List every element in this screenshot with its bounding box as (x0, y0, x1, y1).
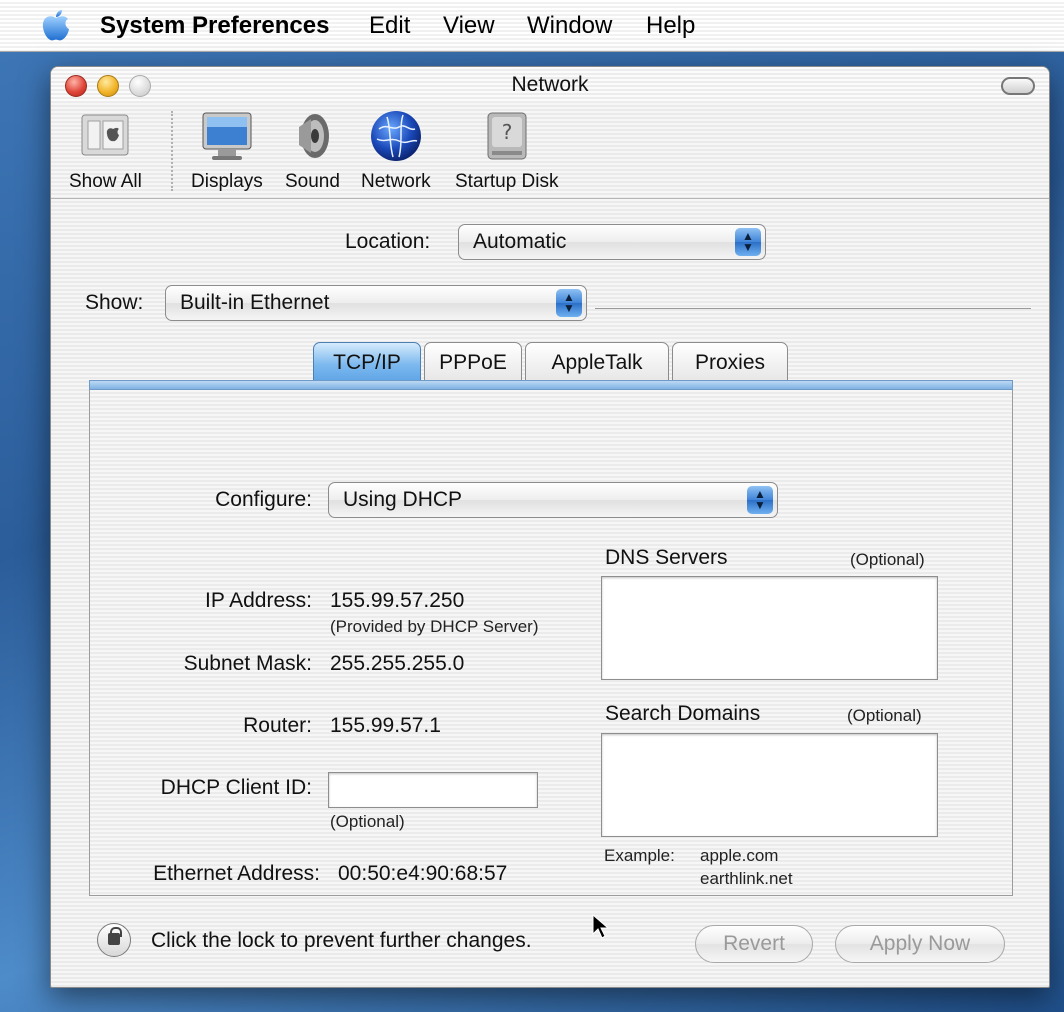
lock-icon (108, 927, 122, 945)
tab-strip (89, 380, 1013, 390)
hard-disk-icon: ? (487, 112, 527, 160)
menu-bar: System Preferences Edit View Window Help (0, 0, 1064, 52)
ethernet-address-label: Ethernet Address: (153, 862, 320, 885)
tcpip-panel: Configure: Using DHCP ▲ ▼ IP Address: 155… (89, 390, 1013, 939)
show-label: Show: (85, 291, 144, 314)
apply-now-button[interactable]: Apply Now (835, 925, 1005, 963)
displays-icon (202, 112, 252, 160)
speaker-icon (299, 114, 330, 158)
toolbar-label-network: Network (361, 171, 431, 192)
ip-address-value: 155.99.57.250 (330, 589, 465, 612)
location-value: Automatic (473, 230, 567, 253)
title-bar[interactable]: Network (51, 67, 1049, 103)
toolbar: Show All Displays Sound Network ? Startu… (51, 103, 1049, 199)
tab-tcpip[interactable]: TCP/IP (313, 342, 421, 382)
show-all-icon (81, 114, 129, 156)
globe-icon (370, 111, 421, 161)
menu-app-name[interactable]: System Preferences (100, 12, 329, 40)
configure-value: Using DHCP (343, 488, 463, 511)
ethernet-address-value: 00:50:e4:90:68:57 (338, 862, 508, 885)
search-domains-optional: (Optional) (847, 706, 922, 725)
tab-appletalk[interactable]: AppleTalk (525, 342, 669, 382)
configure-popup[interactable]: Using DHCP ▲ ▼ (328, 482, 778, 518)
svg-text:?: ? (501, 120, 512, 144)
lock-button[interactable] (97, 923, 131, 957)
divider (595, 308, 1031, 309)
location-popup[interactable]: Automatic ▲ ▼ (458, 224, 766, 260)
dhcp-client-id-field[interactable] (328, 772, 538, 808)
search-domains-label: Search Domains (605, 702, 761, 725)
toolbar-item-startup-disk[interactable]: ? Startup Disk (455, 109, 558, 193)
toolbar-toggle-button[interactable] (1001, 77, 1035, 95)
popup-arrows-icon: ▲ ▼ (747, 486, 773, 514)
dns-servers-field[interactable] (601, 576, 938, 680)
dhcp-client-id-note: (Optional) (330, 812, 405, 831)
minimize-button[interactable] (97, 75, 119, 97)
subnet-mask-value: 255.255.255.0 (330, 652, 465, 675)
tab-pppoe[interactable]: PPPoE (424, 342, 522, 382)
dns-servers-label: DNS Servers (605, 546, 728, 569)
search-domains-field[interactable] (601, 733, 938, 837)
network-window: Network Show All Displays Sound Network … (50, 66, 1050, 988)
toolbar-label-displays: Displays (191, 171, 263, 192)
revert-button[interactable]: Revert (695, 925, 813, 963)
popup-arrows-icon: ▲ ▼ (556, 289, 582, 317)
toolbar-label-startup-disk: Startup Disk (455, 171, 559, 192)
subnet-mask-label: Subnet Mask: (183, 652, 312, 675)
example-label: Example: (604, 846, 675, 865)
menu-help[interactable]: Help (646, 12, 695, 40)
router-value: 155.99.57.1 (330, 714, 441, 737)
menu-view[interactable]: View (443, 12, 495, 40)
apple-menu-icon[interactable] (40, 8, 72, 44)
show-value: Built-in Ethernet (180, 291, 330, 314)
mouse-cursor-icon (592, 914, 610, 939)
window-title: Network (511, 73, 589, 96)
menu-window[interactable]: Window (527, 12, 612, 40)
toolbar-item-network[interactable]: Network (361, 109, 431, 193)
menu-edit[interactable]: Edit (369, 12, 410, 40)
toolbar-separator (171, 111, 173, 191)
zoom-button[interactable] (129, 75, 151, 97)
location-label: Location: (345, 230, 431, 253)
popup-arrows-icon: ▲ ▼ (735, 228, 761, 256)
router-label: Router: (243, 714, 312, 737)
toolbar-item-sound[interactable]: Sound (285, 109, 340, 193)
configure-label: Configure: (215, 488, 312, 511)
example-domain-2: earthlink.net (700, 869, 793, 888)
ip-address-label: IP Address: (204, 589, 312, 612)
toolbar-item-displays[interactable]: Displays (191, 109, 263, 193)
show-all-button[interactable]: Show All (69, 109, 142, 193)
show-all-label: Show All (69, 171, 142, 192)
ip-address-note: (Provided by DHCP Server) (330, 617, 539, 636)
dhcp-client-id-label: DHCP Client ID: (160, 776, 312, 799)
show-popup[interactable]: Built-in Ethernet ▲ ▼ (165, 285, 587, 321)
toolbar-label-sound: Sound (285, 171, 340, 192)
close-button[interactable] (65, 75, 87, 97)
lock-text: Click the lock to prevent further change… (151, 929, 532, 952)
example-domain-1: apple.com (700, 846, 779, 865)
tab-proxies[interactable]: Proxies (672, 342, 788, 382)
dns-servers-optional: (Optional) (850, 550, 925, 569)
